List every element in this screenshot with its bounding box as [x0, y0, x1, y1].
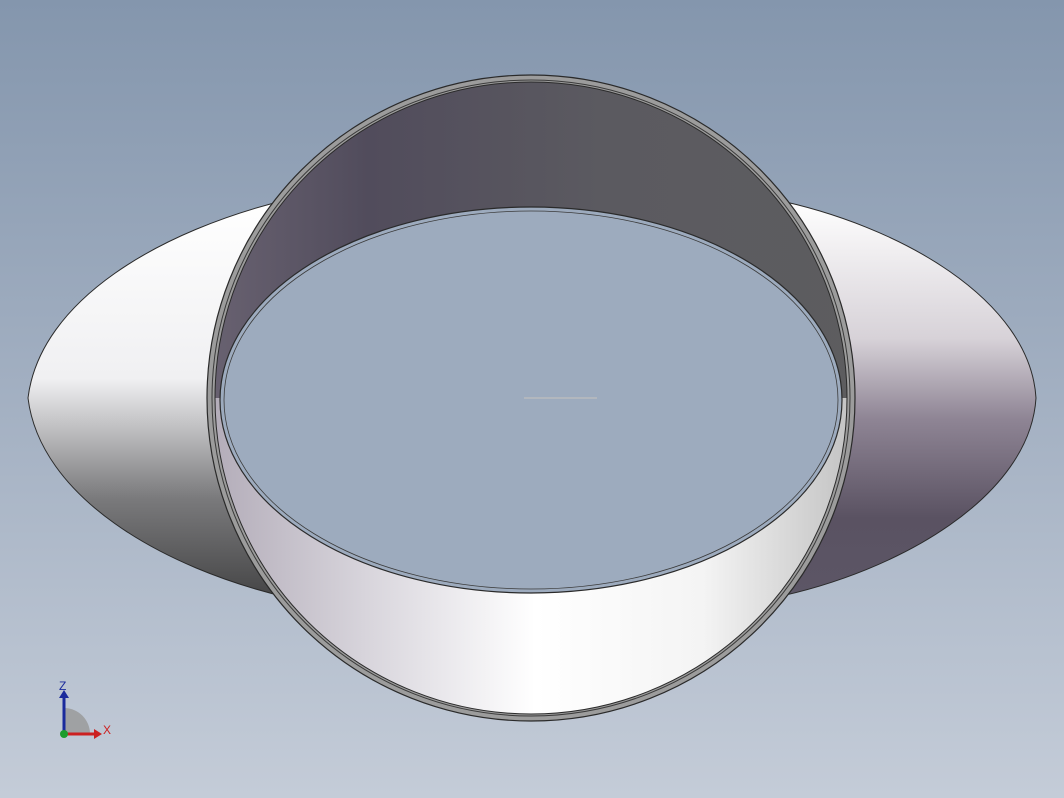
model-view[interactable] — [0, 0, 1064, 798]
z-axis-label: Z — [59, 679, 66, 693]
orientation-triad[interactable]: Z X — [48, 672, 128, 752]
y-axis-dot-icon — [60, 730, 68, 738]
triad-quarter-disc — [64, 708, 90, 734]
graphics-viewport[interactable]: Z X — [0, 0, 1064, 798]
ring-far-opening — [219, 206, 843, 594]
x-axis-label: X — [103, 723, 111, 737]
x-axis-arrow-icon — [94, 729, 102, 739]
